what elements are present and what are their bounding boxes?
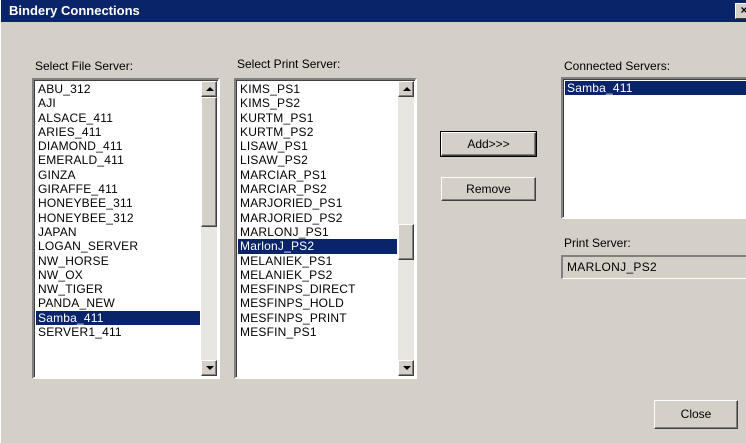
list-item[interactable]: NW_OX [36, 268, 200, 282]
scroll-down-button[interactable] [398, 360, 414, 376]
scroll-up-button[interactable] [201, 81, 217, 97]
list-item[interactable]: KURTM_PS2 [238, 125, 397, 139]
list-item[interactable]: MarlonJ_PS2 [238, 239, 397, 254]
scroll-down-button[interactable] [201, 360, 217, 376]
list-item[interactable]: NW_TIGER [36, 282, 200, 296]
list-item[interactable]: HONEYBEE_311 [36, 196, 200, 210]
title-bar: Bindery Connections × [1, 0, 746, 22]
list-item[interactable]: NW_HORSE [36, 254, 200, 268]
list-item[interactable]: Samba_411 [565, 81, 746, 96]
list-item[interactable]: MARCIAR_PS2 [238, 182, 397, 196]
list-item[interactable]: MELANIEK_PS2 [238, 268, 397, 282]
scroll-up-button[interactable] [398, 81, 414, 97]
triangle-down-icon [403, 366, 411, 370]
triangle-up-icon [206, 87, 214, 91]
list-item[interactable]: ALSACE_411 [36, 111, 200, 125]
list-item[interactable]: MARJORIED_PS2 [238, 211, 397, 225]
print-server-label: Print Server: [564, 236, 631, 250]
list-item[interactable]: KIMS_PS1 [238, 82, 397, 96]
list-item[interactable]: MARLONJ_PS1 [238, 225, 397, 239]
connected-servers-items: Samba_411 [565, 81, 746, 215]
connected-servers-label: Connected Servers: [564, 59, 671, 73]
list-item[interactable]: MARCIAR_PS1 [238, 168, 397, 182]
connected-servers-listbox[interactable]: Samba_411 [561, 77, 746, 219]
close-button[interactable]: Close [654, 400, 738, 429]
list-item[interactable]: MESFINPS_DIRECT [238, 282, 397, 296]
add-button[interactable]: Add>>> [440, 131, 537, 157]
scroll-thumb[interactable] [201, 97, 217, 227]
list-item[interactable]: MESFIN_PS1 [238, 325, 397, 339]
remove-button[interactable]: Remove [441, 177, 536, 201]
list-item[interactable]: LISAW_PS1 [238, 139, 397, 153]
print-server-scrollbar[interactable] [398, 81, 414, 376]
list-item[interactable]: SERVER1_411 [36, 325, 200, 339]
print-server-field: MARLONJ_PS2 [561, 255, 746, 279]
list-item[interactable]: EMERALD_411 [36, 153, 200, 167]
list-item[interactable]: LOGAN_SERVER [36, 239, 200, 253]
list-item[interactable]: KURTM_PS1 [238, 111, 397, 125]
list-item[interactable]: DIAMOND_411 [36, 139, 200, 153]
print-server-items: KIMS_PS1 KIMS_PS2 KURTM_PS1 KURTM_PS2 LISAW_… [238, 82, 397, 375]
list-item[interactable]: Samba_411 [36, 310, 200, 326]
list-item[interactable]: GIRAFFE_411 [36, 182, 200, 196]
print-server-list-label: Select Print Server: [237, 57, 341, 71]
list-item[interactable]: ABU_312 [36, 82, 200, 96]
scroll-thumb[interactable] [398, 224, 414, 260]
list-item[interactable]: MARJORIED_PS1 [238, 196, 397, 210]
list-item[interactable]: HONEYBEE_312 [36, 211, 200, 225]
list-item[interactable]: LISAW_PS2 [238, 153, 397, 167]
file-server-listbox[interactable]: ABU_312 AJI ALSACE_411 ARIES_411 DIAMOND_411… [32, 78, 220, 379]
list-item[interactable]: AJI [36, 96, 200, 110]
list-item[interactable]: ARIES_411 [36, 125, 200, 139]
window-title: Bindery Connections [9, 3, 140, 18]
list-item[interactable]: JAPAN [36, 225, 200, 239]
close-icon[interactable]: × [735, 3, 746, 19]
file-server-items: ABU_312 AJI ALSACE_411 ARIES_411 DIAMOND_411… [36, 82, 200, 375]
bindery-connections-dialog: Bindery Connections × Select File Server… [0, 0, 746, 443]
triangle-down-icon [206, 366, 214, 370]
list-item[interactable]: MESFINPS_PRINT [238, 311, 397, 325]
list-item[interactable]: GINZA [36, 168, 200, 182]
list-item[interactable]: MESFINPS_HOLD [238, 296, 397, 310]
list-item[interactable]: KIMS_PS2 [238, 96, 397, 110]
file-server-scrollbar[interactable] [201, 81, 217, 376]
list-item[interactable]: PANDA_NEW [36, 296, 200, 310]
list-item[interactable]: MELANIEK_PS1 [238, 254, 397, 268]
file-server-label: Select File Server: [35, 59, 134, 73]
print-server-listbox[interactable]: KIMS_PS1 KIMS_PS2 KURTM_PS1 KURTM_PS2 LISAW_… [234, 78, 417, 379]
triangle-up-icon [403, 87, 411, 91]
